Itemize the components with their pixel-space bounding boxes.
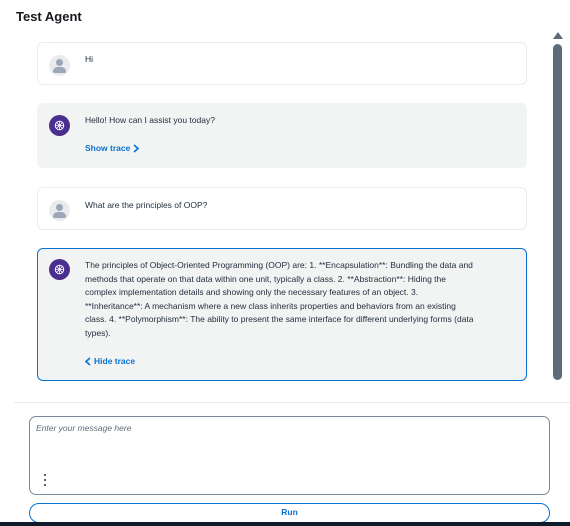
chat-scrollbar[interactable] (552, 30, 564, 384)
page-title: Test Agent (16, 9, 82, 24)
brain-icon (54, 264, 65, 275)
hide-trace-link[interactable]: Hide trace (85, 356, 135, 366)
message-composer[interactable] (29, 416, 550, 495)
divider (14, 402, 570, 403)
chevron-right-icon (133, 143, 140, 153)
agent-avatar-icon (49, 115, 70, 136)
show-trace-link[interactable]: Show trace (85, 143, 140, 153)
message-text: Hello! How can I assist you today? (85, 115, 215, 125)
message-text: Hi (85, 54, 94, 64)
vertical-dots-icon[interactable] (42, 473, 48, 487)
agent-avatar-icon (49, 259, 70, 280)
message-text: The principles of Object-Oriented Progra… (85, 260, 474, 338)
chat-message-user: What are the principles of OOP? (37, 187, 527, 230)
chat-message-user: Hi (37, 42, 527, 85)
trace-link-label: Hide trace (94, 356, 136, 366)
scroll-up-arrow-icon[interactable] (553, 32, 563, 39)
user-avatar-icon (49, 200, 70, 221)
message-text: What are the principles of OOP? (85, 200, 208, 210)
chat-message-agent: Hello! How can I assist you today? Show … (37, 103, 527, 168)
run-button[interactable]: Run (29, 503, 550, 523)
trace-link-label: Show trace (85, 143, 131, 153)
brain-icon (54, 120, 65, 131)
user-avatar-icon (49, 55, 70, 76)
message-input[interactable] (36, 423, 541, 463)
chat-message-agent-selected[interactable]: The principles of Object-Oriented Progra… (37, 248, 527, 381)
chat-history[interactable]: Hi Hello! How can I assist you today? Sh… (0, 30, 570, 402)
chevron-left-icon (85, 356, 91, 366)
scrollbar-thumb[interactable] (553, 44, 562, 380)
bottom-edge (0, 522, 570, 526)
